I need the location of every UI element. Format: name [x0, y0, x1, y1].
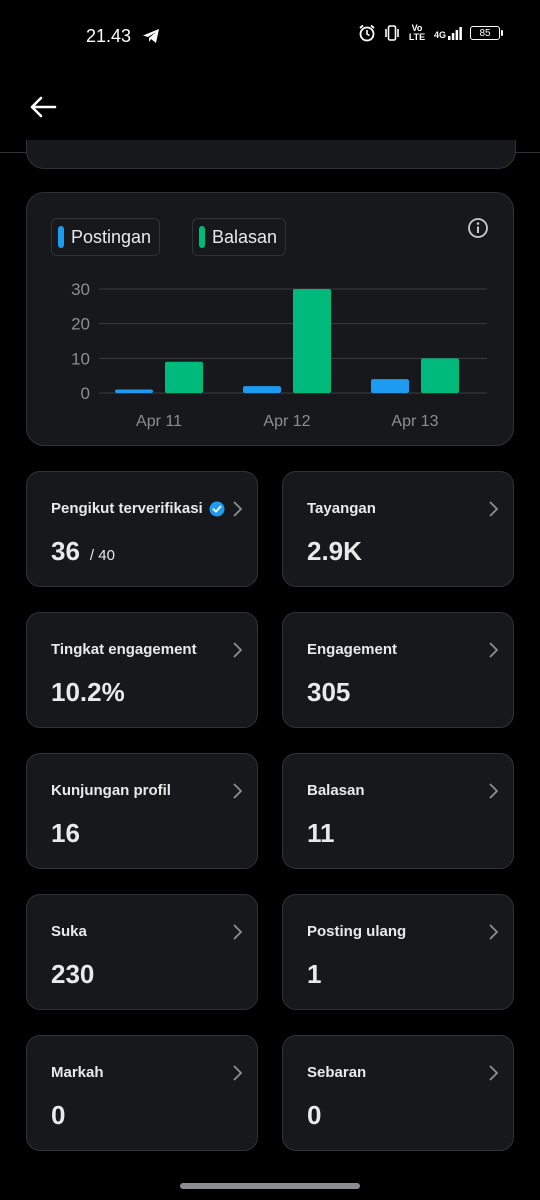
- chevron-right-icon: [489, 924, 499, 940]
- stat-value-number: 36: [51, 536, 80, 566]
- bar-postingan-apr-12[interactable]: [243, 386, 281, 393]
- y-tick-label: 0: [81, 384, 90, 403]
- chevron-right-icon: [489, 501, 499, 517]
- chevron-right-icon: [489, 642, 499, 658]
- stat-card-suka[interactable]: Suka 230: [26, 894, 258, 1010]
- stat-value-total: / 40: [89, 547, 115, 564]
- telegram-icon: [143, 29, 159, 43]
- volte-label: Vo LTE: [408, 23, 426, 42]
- stat-card-engagement[interactable]: Engagement 305: [282, 612, 514, 728]
- legend-postingan[interactable]: Postingan: [51, 218, 161, 256]
- legend-label-balasan: Balasan: [212, 226, 278, 247]
- stat-card-markah[interactable]: Markah 0: [26, 1035, 258, 1151]
- alarm-icon: [359, 24, 375, 42]
- chevron-right-icon: [233, 501, 243, 517]
- stat-label: Pengikut terverifikasi: [51, 500, 225, 517]
- bar-balasan-apr-13[interactable]: [421, 358, 459, 393]
- chevron-right-icon: [489, 1065, 499, 1081]
- x-tick-label: Apr 11: [136, 413, 182, 430]
- stat-value: 36 / 40: [51, 536, 115, 567]
- bar-postingan-apr-13[interactable]: [371, 379, 409, 393]
- previous-card-edge: [26, 140, 516, 169]
- y-tick-label: 10: [71, 349, 90, 368]
- stat-value: 16: [51, 818, 80, 848]
- stat-value: 0: [51, 1100, 66, 1130]
- back-button[interactable]: [26, 90, 60, 124]
- x-tick-label: Apr 12: [263, 413, 310, 430]
- arrow-left-icon: [30, 96, 57, 118]
- y-tick-label: 30: [71, 280, 90, 299]
- stat-value: 0: [307, 1100, 322, 1130]
- chevron-right-icon: [233, 924, 243, 940]
- stat-label: Balasan: [307, 782, 365, 799]
- bar-balasan-apr-12[interactable]: [293, 289, 331, 393]
- stat-label: Posting ulang: [307, 923, 407, 940]
- bar-balasan-apr-11[interactable]: [165, 361, 203, 393]
- stat-card-kunjungan-profil[interactable]: Kunjungan profil 16: [26, 753, 258, 869]
- legend-swatch-balasan: [199, 226, 205, 248]
- battery-indicator: 85: [470, 26, 503, 40]
- stat-value: 1: [307, 959, 322, 989]
- legend-label-postingan: Postingan: [71, 226, 152, 247]
- stat-value: 2.9K: [307, 536, 362, 566]
- stat-label: Tayangan: [307, 500, 376, 517]
- stat-label: Markah: [51, 1064, 104, 1081]
- stat-label: Suka: [51, 923, 87, 940]
- activity-chart-card: 0 10 20 30 Apr 11 Apr 12 Apr 13 Postingan Bala…: [26, 192, 514, 446]
- chevron-right-icon: [233, 642, 243, 658]
- stat-label-text: Pengikut terverifikasi: [51, 500, 203, 517]
- home-indicator[interactable]: [180, 1183, 360, 1189]
- stat-card-balasan[interactable]: Balasan 11: [282, 753, 514, 869]
- chevron-right-icon: [233, 1065, 243, 1081]
- stat-card-tingkat-engagement[interactable]: Tingkat engagement 10.2%: [26, 612, 258, 728]
- stat-card-tayangan[interactable]: Tayangan 2.9K: [282, 471, 514, 587]
- x-tick-label: Apr 13: [391, 413, 438, 430]
- chevron-right-icon: [233, 783, 243, 799]
- info-icon[interactable]: [467, 217, 489, 239]
- stat-label: Kunjungan profil: [51, 782, 171, 799]
- network-type-label: 4G: [433, 30, 446, 40]
- stat-value: 230: [51, 959, 95, 989]
- chevron-right-icon: [489, 783, 499, 799]
- status-icons: Vo LTE 4G 85: [358, 23, 503, 42]
- stat-label: Sebaran: [307, 1064, 367, 1081]
- stat-value: 305: [307, 677, 351, 707]
- stat-label: Tingkat engagement: [51, 641, 197, 658]
- stat-label: Engagement: [307, 641, 398, 658]
- stat-card-posting-ulang[interactable]: Posting ulang 1: [282, 894, 514, 1010]
- stat-card-sebaran[interactable]: Sebaran 0: [282, 1035, 514, 1151]
- legend-swatch-postingan: [58, 226, 64, 248]
- verified-badge-icon: [209, 501, 225, 516]
- y-tick-label: 20: [71, 315, 90, 334]
- signal-icon: [448, 27, 462, 40]
- stat-value: 11: [307, 818, 335, 848]
- legend-balasan[interactable]: Balasan: [192, 218, 287, 256]
- status-bar: 21.43 Vo LTE 4G 85: [0, 0, 540, 72]
- vibrate-icon: [385, 25, 399, 41]
- stat-card-pengikut-terverifikasi[interactable]: Pengikut terverifikasi 36 / 40: [26, 471, 258, 587]
- bar-postingan-apr-11[interactable]: [115, 389, 153, 393]
- status-time: 21.43: [86, 26, 132, 46]
- stat-value: 10.2%: [51, 677, 125, 707]
